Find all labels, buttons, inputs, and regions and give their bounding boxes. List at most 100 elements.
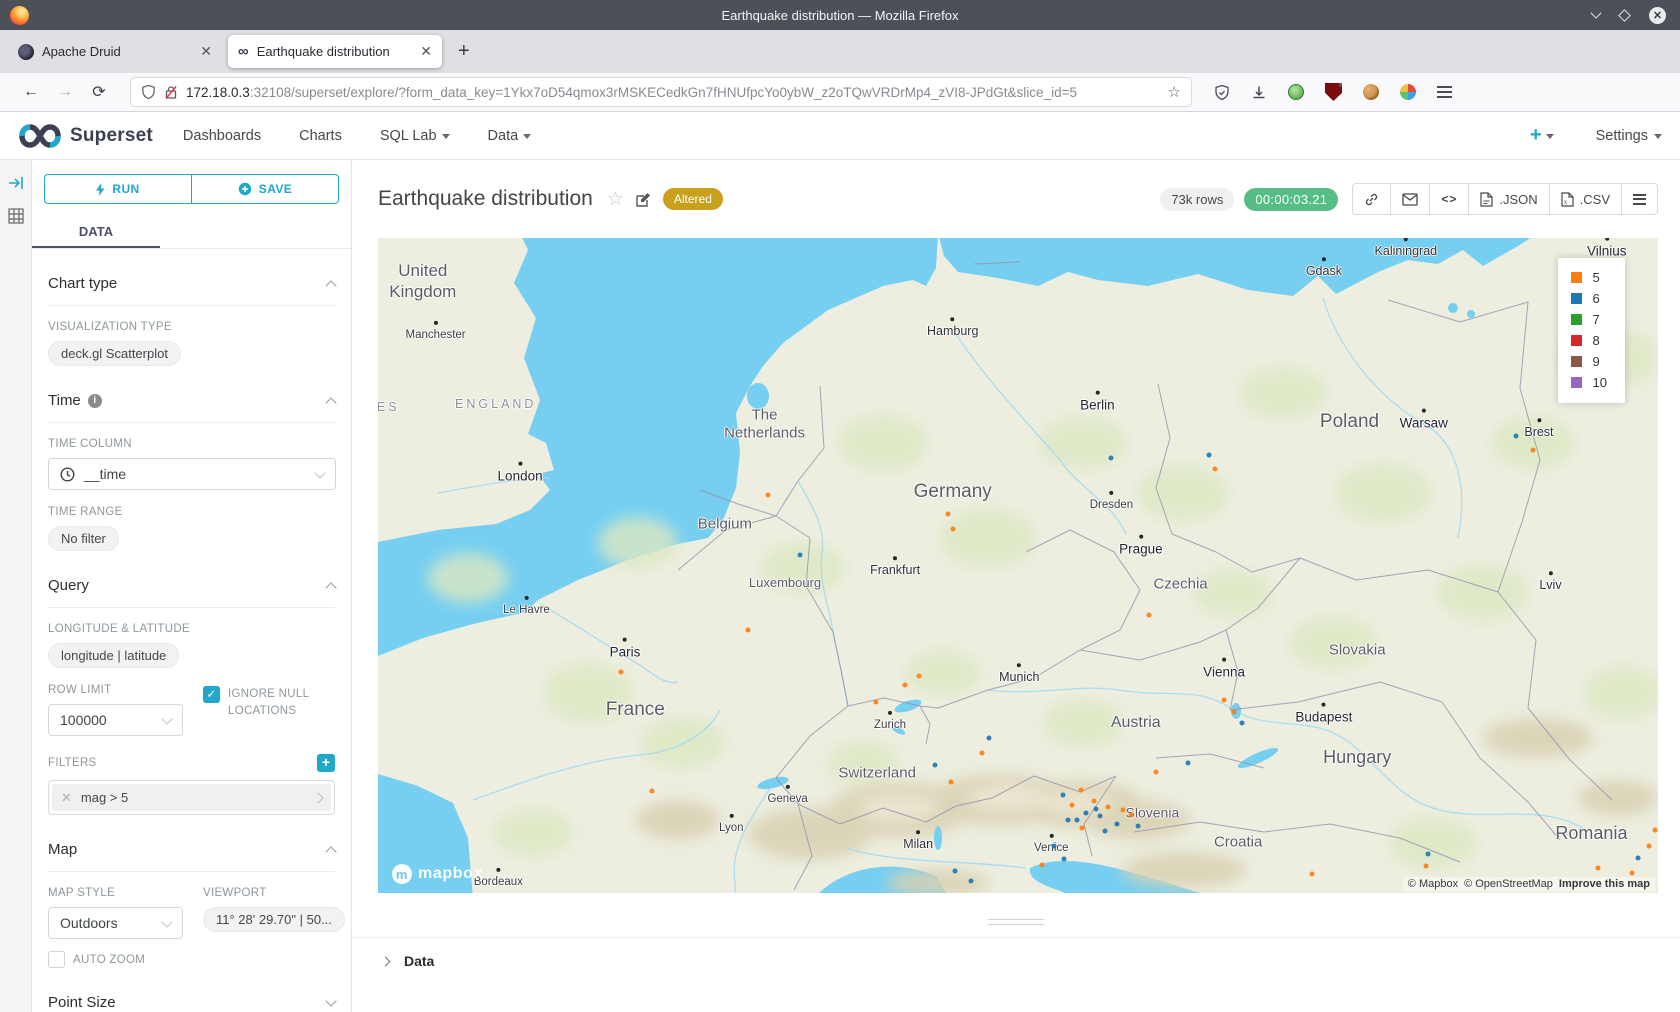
deckgl-map[interactable]: United KingdomManchesterENGLANDLondonESL… [378, 238, 1658, 893]
tab-earthquake-distribution[interactable]: ∞ Earthquake distribution ✕ [228, 35, 442, 68]
viz-type-pill[interactable]: deck.gl Scatterplot [48, 341, 181, 366]
time-range-pill[interactable]: No filter [48, 526, 119, 551]
remove-filter-icon[interactable]: ✕ [61, 790, 72, 806]
new-tab-button[interactable]: + [448, 40, 480, 63]
nav-charts[interactable]: Charts [299, 128, 342, 144]
favorite-star-icon[interactable]: ☆ [607, 188, 624, 211]
tracking-shield-icon[interactable] [141, 84, 156, 100]
more-options-button[interactable] [1621, 184, 1657, 214]
improve-map-link[interactable]: Improve this map [1559, 878, 1650, 890]
scatter-point-mag5 [1647, 843, 1652, 848]
legend-label: 5 [1593, 270, 1600, 285]
settings-menu[interactable]: Settings [1596, 128, 1662, 144]
osm-attribution-link[interactable]: © OpenStreetMap [1464, 878, 1553, 890]
ublock-icon[interactable]: 2 [1325, 83, 1342, 101]
scatter-point-mag5 [1232, 710, 1237, 715]
save-button[interactable]: SAVE [191, 174, 339, 204]
map-label: Austria [1111, 713, 1161, 733]
scatter-point-mag6 [1103, 829, 1108, 834]
nav-data[interactable]: Data [488, 128, 532, 144]
section-header[interactable]: Timei [48, 392, 335, 423]
superset-logo[interactable]: Superset [18, 123, 153, 149]
insecure-lock-icon[interactable] [164, 85, 178, 100]
extension-green-icon[interactable] [1288, 84, 1304, 100]
viewport-pill[interactable]: 11° 28' 29.70" | 50... [203, 907, 345, 932]
add-new-button[interactable]: + [1530, 124, 1554, 147]
map-label: Romania [1555, 821, 1627, 844]
forward-button[interactable]: → [48, 83, 82, 101]
section-header[interactable]: Chart type [48, 275, 335, 306]
window-maximize-icon[interactable] [1618, 9, 1631, 22]
field-label: ROW LIMIT [48, 684, 203, 696]
protections-shield-icon[interactable] [1214, 84, 1230, 101]
window-close-icon[interactable]: ✕ [1649, 7, 1666, 24]
tab-label: Apache Druid [42, 44, 192, 59]
scatter-point-mag6 [1136, 824, 1141, 829]
tab-apache-druid[interactable]: Apache Druid ✕ [8, 35, 222, 68]
nav-dashboards[interactable]: Dashboards [183, 128, 261, 144]
back-button[interactable]: ← [14, 83, 48, 101]
auto-zoom-checkbox[interactable] [48, 951, 65, 968]
reload-button[interactable]: ⟳ [82, 82, 116, 102]
mapbox-logo[interactable]: m mapbox [392, 864, 483, 884]
map-label: Germany [914, 480, 992, 504]
copy-link-button[interactable] [1353, 184, 1390, 214]
lonlat-pill[interactable]: longitude | latitude [48, 643, 179, 668]
export-csv-button[interactable]: x .CSV [1549, 184, 1621, 214]
row-limit-select[interactable]: 100000 [48, 704, 183, 736]
legend-swatch [1571, 293, 1582, 304]
resize-handle[interactable] [988, 919, 1044, 925]
edit-properties-icon[interactable] [636, 192, 651, 207]
city-dot [786, 784, 790, 788]
map-label: Slovenia [1126, 804, 1180, 822]
run-button[interactable]: RUN [44, 174, 191, 204]
section-header[interactable]: Map [48, 841, 335, 872]
superset-favicon: ∞ [238, 44, 249, 60]
map-label: Gdask [1306, 264, 1342, 280]
scatter-point-mag6 [1062, 856, 1067, 861]
scatter-point-mag5 [1080, 825, 1085, 830]
add-filter-button[interactable]: + [317, 754, 335, 772]
city-dot [623, 637, 627, 641]
scatter-point-mag5 [1595, 866, 1600, 871]
tab-close-icon[interactable]: ✕ [420, 43, 432, 60]
city-dot [1548, 571, 1552, 575]
map-style-select[interactable]: Outdoors [48, 907, 183, 939]
dataset-grid-icon[interactable] [8, 208, 24, 224]
section-query: Query LONGITUDE & LATITUDE longitude | l… [48, 577, 335, 815]
bookmark-star-icon[interactable]: ☆ [1168, 83, 1181, 101]
time-column-select[interactable]: __time [48, 458, 336, 490]
map-label: Manchester [406, 328, 466, 342]
scatter-point-mag5 [950, 527, 955, 532]
email-button[interactable] [1390, 184, 1429, 214]
scatter-point-mag5 [1653, 828, 1658, 833]
map-label: Prague [1119, 541, 1163, 558]
menu-icon[interactable] [1437, 86, 1452, 98]
city-dot [729, 814, 733, 818]
map-label: Croatia [1214, 834, 1262, 853]
city-dot [496, 868, 500, 872]
embed-code-button[interactable]: <> [1429, 184, 1468, 214]
city-dot [893, 556, 897, 560]
data-panel-toggle[interactable]: Data [382, 953, 1680, 969]
url-bar[interactable]: 172.18.0.3:32108/superset/explore/?form_… [130, 77, 1192, 107]
filter-item[interactable]: ✕ mag > 5 [52, 784, 331, 811]
file-icon [1480, 192, 1493, 207]
tab-close-icon[interactable]: ✕ [200, 43, 212, 60]
tab-data[interactable]: DATA [32, 216, 160, 248]
section-header[interactable]: Query [48, 577, 335, 608]
export-json-button[interactable]: .JSON [1468, 184, 1548, 214]
scatter-point-mag5 [1091, 798, 1096, 803]
cookie-extension-icon[interactable] [1363, 84, 1379, 100]
checkbox-label: IGNORE NULL LOCATIONS [228, 686, 318, 720]
section-header[interactable]: Point Size [48, 994, 335, 1012]
lightning-icon [96, 183, 105, 196]
mapbox-attribution-link[interactable]: © Mapbox [1408, 878, 1458, 890]
ignore-null-checkbox[interactable]: ✓ [203, 686, 220, 703]
extension-pinwheel-icon[interactable] [1400, 84, 1416, 100]
map-label: Brest [1524, 425, 1553, 441]
downloads-icon[interactable] [1251, 84, 1267, 101]
expand-panel-icon[interactable] [8, 176, 24, 190]
nav-sql-lab[interactable]: SQL Lab [380, 128, 450, 144]
window-minimize-icon[interactable] [1590, 7, 1601, 18]
